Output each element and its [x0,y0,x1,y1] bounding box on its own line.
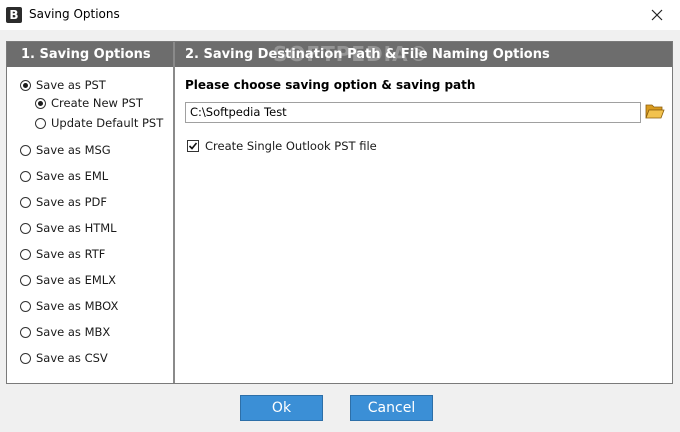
radio-label: Update Default PST [51,116,164,130]
radio-label: Save as MSG [36,143,111,157]
radio-label: Save as EMLX [36,273,117,287]
radio-label: Save as PST [36,78,106,92]
radio-update-default-pst[interactable]: Update Default PST [35,116,163,130]
close-icon[interactable] [651,9,663,21]
radio-label: Save as RTF [36,247,106,261]
radio-button[interactable] [35,97,46,109]
single-pst-label: Create Single Outlook PST file [205,139,377,153]
saving-options-pane: 1. Saving Options Save as PST Create New… [7,42,173,383]
radio-button[interactable] [20,196,31,208]
radio-button[interactable] [35,117,46,129]
radio-button[interactable] [20,248,31,260]
radio-save-as-rtf[interactable]: Save as RTF [20,247,105,261]
saving-options-header: 1. Saving Options [7,42,173,67]
window-title: Saving Options [29,7,120,21]
ok-button[interactable]: Ok [240,395,323,421]
radio-save-as-pst[interactable]: Save as PST [20,78,106,92]
radio-save-as-msg[interactable]: Save as MSG [20,143,111,157]
title-bar: B Saving Options [0,0,680,30]
radio-save-as-mbox[interactable]: Save as MBOX [20,299,118,313]
radio-save-as-csv[interactable]: Save as CSV [20,351,108,365]
radio-button[interactable] [20,352,31,364]
section-title: Please choose saving option & saving pat… [185,78,476,92]
radio-label: Save as MBOX [36,299,119,313]
destination-header-text: 2. Saving Destination Path & File Naming… [185,47,550,62]
radio-label: Save as CSV [36,351,108,365]
radio-save-as-html[interactable]: Save as HTML [20,221,117,235]
radio-save-as-eml[interactable]: Save as EML [20,169,108,183]
radio-button[interactable] [20,170,31,182]
radio-button[interactable] [20,79,31,91]
radio-label: Save as PDF [36,195,107,209]
radio-button[interactable] [20,326,31,338]
radio-save-as-mbx[interactable]: Save as MBX [20,325,110,339]
single-pst-checkbox[interactable] [187,140,199,152]
radio-label: Create New PST [51,96,143,110]
options-frame: 1. Saving Options Save as PST Create New… [6,41,673,384]
destination-pane: SOFTPEDIA® 2. Saving Destination Path & … [175,42,672,383]
destination-header: SOFTPEDIA® 2. Saving Destination Path & … [175,42,672,67]
radio-button[interactable] [20,222,31,234]
cancel-button[interactable]: Cancel [350,395,433,421]
radio-create-new-pst[interactable]: Create New PST [35,96,143,110]
radio-save-as-pdf[interactable]: Save as PDF [20,195,107,209]
radio-label: Save as MBX [36,325,111,339]
radio-button[interactable] [20,144,31,156]
single-pst-check-row[interactable]: Create Single Outlook PST file [187,139,377,153]
radio-save-as-emlx[interactable]: Save as EMLX [20,273,116,287]
app-icon: B [6,7,22,23]
radio-label: Save as HTML [36,221,117,235]
close-button[interactable] [634,0,680,30]
radio-button[interactable] [20,300,31,312]
folder-open-icon[interactable] [645,102,665,120]
radio-label: Save as EML [36,169,109,183]
browse-folder-button[interactable] [645,102,665,122]
saving-path-input[interactable]: C:\Softpedia Test [185,102,641,123]
radio-button[interactable] [20,274,31,286]
checkmark-icon [188,142,198,150]
